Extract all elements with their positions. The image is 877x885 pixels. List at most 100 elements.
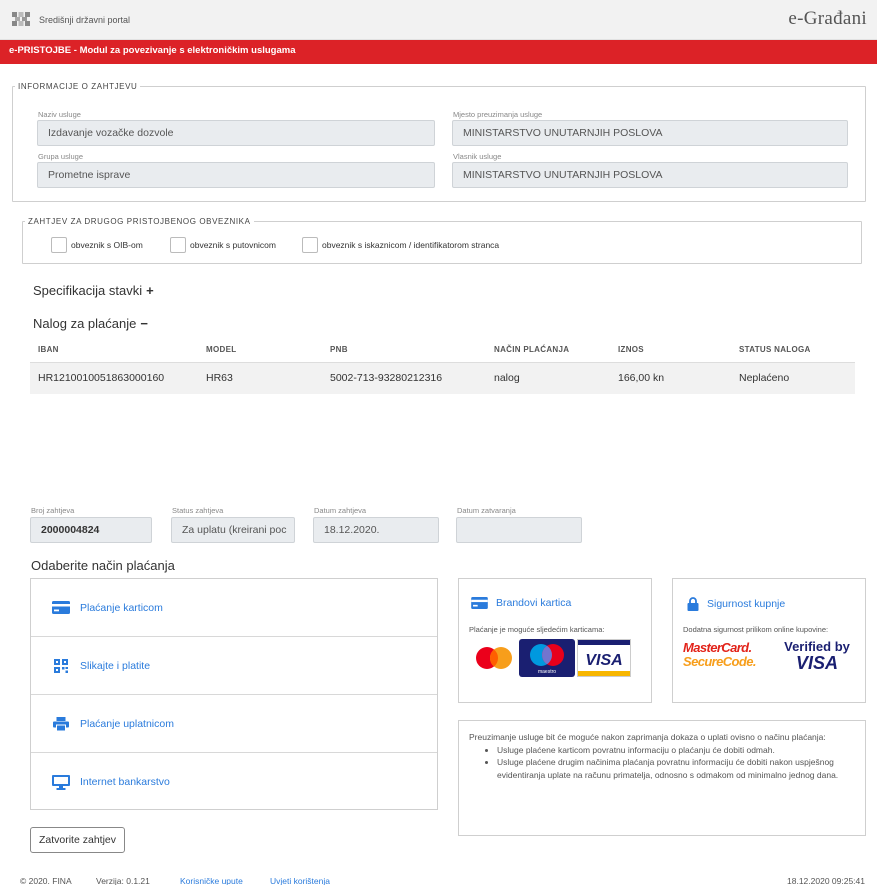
close-request-button[interactable]: Zatvorite zahtjev <box>30 827 125 853</box>
cell-iban: HR1210010051863000160 <box>30 361 198 394</box>
card-brands-subtitle: Plaćanje je moguće sljedećim karticama: <box>469 625 605 634</box>
items-spec-title: Specifikacija stavki <box>33 283 143 298</box>
cell-model: HR63 <box>198 361 322 394</box>
items-spec-toggle[interactable]: Specifikacija stavki + <box>33 283 154 298</box>
checkbox-box[interactable] <box>170 237 186 253</box>
checkbox-box[interactable] <box>51 237 67 253</box>
payer-passport-label: obveznik s putovnicom <box>190 240 276 250</box>
card-brands-title-row: Brandovi kartica <box>471 597 571 609</box>
credit-card-icon <box>471 597 488 609</box>
service-name-label: Naziv usluge <box>38 110 81 119</box>
pay-by-card-button[interactable]: Plaćanje karticom <box>31 579 437 637</box>
scan-and-pay-label: Slikajte i platite <box>80 659 151 672</box>
payment-notice: Preuzimanje usluge bit će moguće nakon z… <box>458 720 866 836</box>
lock-icon <box>687 597 699 611</box>
mastercard-logo <box>476 647 512 669</box>
mastercard-securecode-logo: MasterCard. SecureCode. <box>683 640 756 669</box>
close-date-field[interactable] <box>456 517 582 543</box>
payment-method-title: Odaberite način plaćanja <box>31 558 175 573</box>
verified-by-visa-line2: VISA <box>795 653 838 673</box>
mastercard-securecode-line1: MasterCard. <box>683 640 752 655</box>
request-number-field[interactable]: 2000004824 <box>30 517 152 543</box>
cell-order-status: Neplaćeno <box>731 361 855 394</box>
col-order-status: STATUS NALOGA <box>739 345 811 355</box>
secure-purchase-title: Sigurnost kupnje <box>707 598 786 610</box>
payment-notice-item: Usluge plaćene drugim načinima plaćanja … <box>497 756 855 781</box>
col-amount: IZNOS <box>618 345 644 355</box>
request-status-field[interactable]: Za uplatu (kreirani poc <box>171 517 295 543</box>
module-bar: e-PRISTOJBE - Modul za povezivanje s ele… <box>0 40 877 64</box>
pay-by-slip-button[interactable]: Plaćanje uplatnicom <box>31 695 437 753</box>
footer-version: Verzija: 0.1.21 <box>96 876 150 885</box>
cell-payment-method: nalog <box>486 361 610 394</box>
module-title: e-PRISTOJBE - Modul za povezivanje s ele… <box>9 45 296 56</box>
verified-by-visa-line1: Verified by <box>784 639 850 654</box>
close-date-label: Datum zatvaranja <box>457 506 516 515</box>
terms-of-use-link[interactable]: Uvjeti korištenja <box>270 876 330 885</box>
mastercard-securecode-line2: SecureCode. <box>683 654 756 669</box>
request-date-field[interactable]: 18.12.2020. <box>313 517 439 543</box>
col-payment-method: NAČIN PLAĆANJA <box>494 345 570 355</box>
col-iban: IBAN <box>38 345 59 355</box>
payer-oib-checkbox[interactable]: obveznik s OIB-om <box>51 236 143 254</box>
cell-pnb: 5002-713-93280212316 <box>322 361 486 394</box>
portal-label[interactable]: Središnji državni portal <box>39 15 130 25</box>
pickup-location-label: Mjesto preuzimanja usluge <box>453 110 543 119</box>
scan-and-pay-button[interactable]: Slikajte i platite <box>31 637 437 695</box>
footer-copyright: © 2020. FINA <box>20 876 72 885</box>
internet-banking-button[interactable]: Internet bankarstvo <box>31 753 437 811</box>
payment-order-title: Nalog za plaćanje <box>33 316 137 331</box>
credit-card-icon <box>51 600 71 616</box>
card-brands-panel: Brandovi kartica Plaćanje je moguće slje… <box>458 578 652 703</box>
payment-method-list: Plaćanje karticom Slikajte i platite Pla… <box>30 578 438 810</box>
footer-timestamp: 18.12.2020 09:25:41 <box>787 876 865 885</box>
pay-by-slip-label: Plaćanje uplatnicom <box>80 717 174 730</box>
payer-oib-label: obveznik s OIB-om <box>71 240 143 250</box>
payer-foreigner-id-label: obveznik s iskaznicom / identifikatorom … <box>322 240 500 250</box>
internet-banking-label: Internet bankarstvo <box>80 776 170 788</box>
checkbox-box[interactable] <box>302 237 318 253</box>
pay-by-card-label: Plaćanje karticom <box>80 601 163 614</box>
pickup-location-field[interactable]: MINISTARSTVO UNUTARNJIH POSLOVA <box>452 120 848 146</box>
table-row[interactable]: HR1210010051863000160 HR63 5002-713-9328… <box>30 361 855 394</box>
secure-purchase-title-row: Sigurnost kupnje <box>687 597 785 611</box>
request-info-legend: INFORMACIJE O ZAHTJEVU <box>18 82 138 91</box>
payment-order-table: IBAN MODEL PNB NAČIN PLAĆANJA IZNOS STAT… <box>30 338 855 394</box>
brand-title[interactable]: e-Građani <box>788 8 867 30</box>
other-payer-legend: ZAHTJEV ZA DRUGOG PRISTOJBENOG OBVEZNIKA <box>28 217 251 226</box>
payer-passport-checkbox[interactable]: obveznik s putovnicom <box>170 236 276 254</box>
service-owner-field[interactable]: MINISTARSTVO UNUTARNJIH POSLOVA <box>452 162 848 188</box>
col-model: MODEL <box>206 345 237 355</box>
visa-wordmark: VISA <box>585 652 622 669</box>
payment-notice-list: Usluge plaćene karticom povratnu informa… <box>497 744 855 782</box>
service-group-label: Grupa usluge <box>38 152 84 161</box>
card-brands-title: Brandovi kartica <box>496 597 572 609</box>
secure-purchase-panel: Sigurnost kupnje Dodatna sigurnost prili… <box>672 578 866 703</box>
qr-code-icon <box>51 658 71 674</box>
request-status-label: Status zahtjeva <box>172 506 224 515</box>
user-manual-link[interactable]: Korisničke upute <box>180 876 243 885</box>
service-name-field[interactable]: Izdavanje vozačke dozvole <box>37 120 435 146</box>
request-number-label: Broj zahtjeva <box>31 506 75 515</box>
verified-by-visa-logo: Verified by VISA <box>773 639 861 672</box>
portal-header: Središnji državni portal e-Građani <box>0 0 877 40</box>
plus-icon[interactable]: + <box>146 283 154 298</box>
service-group-field[interactable]: Prometne isprave <box>37 162 435 188</box>
payer-foreigner-id-checkbox[interactable]: obveznik s iskaznicom / identifikatorom … <box>302 236 499 254</box>
maestro-logo: maestro <box>519 639 575 677</box>
visa-logo: VISA <box>577 639 631 677</box>
payment-order-toggle[interactable]: Nalog za plaćanje − <box>33 316 148 331</box>
maestro-wordmark: maestro <box>538 669 556 675</box>
payment-notice-item: Usluge plaćene karticom povratnu informa… <box>497 744 855 757</box>
secure-purchase-subtitle: Dodatna sigurnost prilikom online kupovi… <box>683 625 829 634</box>
portal-logo-icon[interactable] <box>12 12 30 26</box>
col-pnb: PNB <box>330 345 348 355</box>
minus-icon[interactable]: − <box>140 316 148 331</box>
table-header-row: IBAN MODEL PNB NAČIN PLAĆANJA IZNOS STAT… <box>30 338 855 362</box>
request-date-label: Datum zahtjeva <box>314 506 367 515</box>
service-owner-label: Vlasnik usluge <box>453 152 502 161</box>
payment-notice-intro: Preuzimanje usluge bit će moguće nakon z… <box>469 732 826 742</box>
printer-icon <box>51 716 71 732</box>
cell-amount: 166,00 kn <box>610 361 731 394</box>
monitor-icon <box>51 774 71 790</box>
